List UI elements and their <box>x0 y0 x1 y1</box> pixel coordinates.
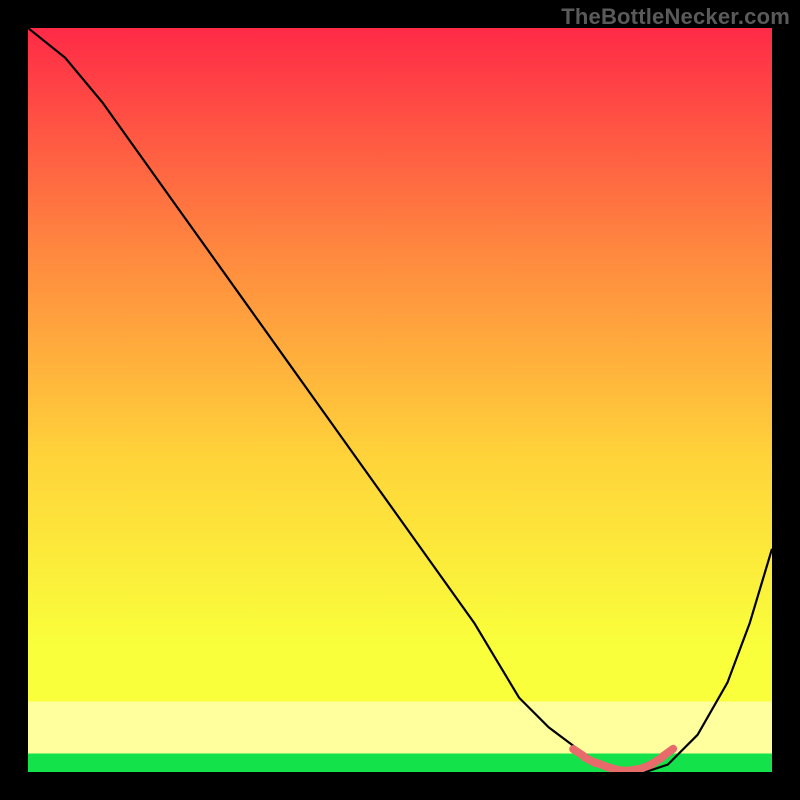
chart-svg <box>28 28 772 772</box>
plot-area <box>28 28 772 772</box>
attribution-watermark: TheBottleNecker.com <box>561 4 790 30</box>
gradient-background <box>28 28 772 772</box>
chart-frame: TheBottleNecker.com <box>0 0 800 800</box>
